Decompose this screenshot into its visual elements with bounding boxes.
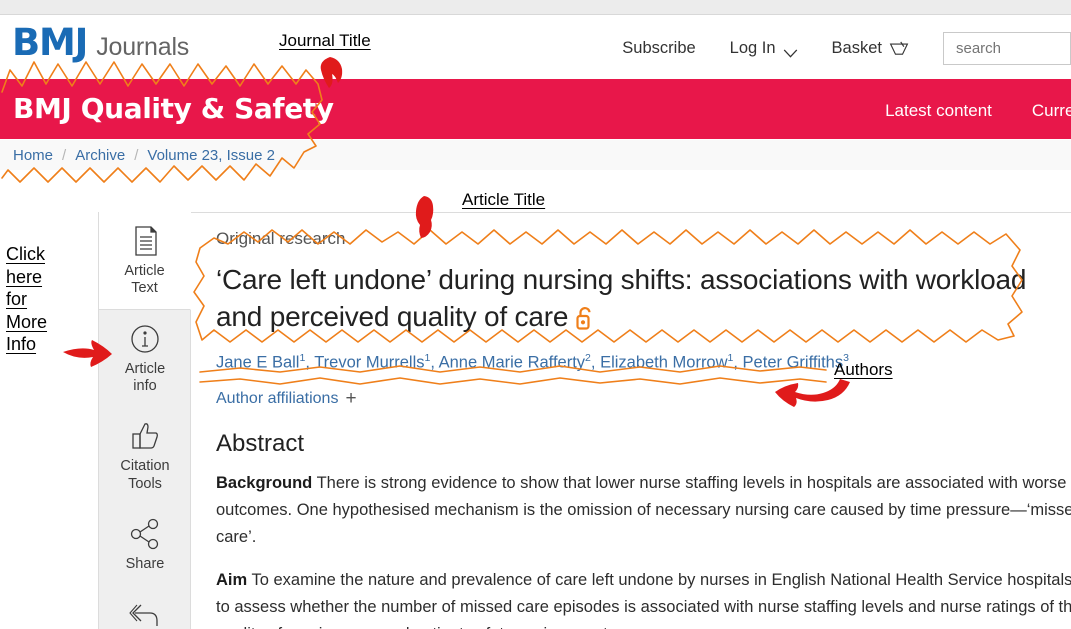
document-icon — [128, 224, 162, 258]
bmj-logo[interactable]: BMJ Journals — [12, 24, 189, 61]
author-name[interactable]: Peter Griffiths — [743, 354, 844, 372]
abstract-section-text: To examine the nature and prevalence of … — [216, 571, 1071, 629]
site-masthead: BMJ Journals Subscribe Log In Basket — [0, 16, 1071, 78]
abstract-section-aim: Aim To examine the nature and prevalence… — [216, 567, 1071, 629]
breadcrumb-item-home[interactable]: Home — [13, 147, 53, 164]
basket-icon — [889, 41, 909, 56]
sidebar-label-line1: Article — [124, 361, 166, 378]
journal-nav: Latest content Current issue — [885, 101, 1071, 121]
basket-label: Basket — [831, 39, 882, 57]
journal-title[interactable]: BMJ Quality & Safety — [13, 92, 334, 126]
annotation-more-info-line: here — [6, 266, 43, 287]
sidebar-label-line1: Share — [125, 555, 165, 572]
page-title: ‘Care left undone’ during nursing shifts… — [216, 261, 1046, 335]
author-affil-sup: 1 — [424, 352, 431, 365]
annotation-article-title: Article Title — [462, 189, 545, 211]
login-menu[interactable]: Log In — [730, 39, 798, 58]
author-name[interactable]: Anne Marie Rafferty — [439, 354, 585, 372]
sidebar-label-line2: Tools — [128, 475, 162, 492]
breadcrumb-separator: / — [62, 146, 67, 164]
abstract-heading: Abstract — [216, 430, 305, 458]
info-circle-icon — [128, 322, 162, 356]
author-affil-sup: 1 — [299, 352, 306, 365]
search-input[interactable] — [943, 32, 1071, 65]
plus-icon: + — [345, 388, 357, 410]
author-affiliations-label: Author affiliations — [216, 389, 339, 407]
share-nodes-icon — [128, 517, 162, 551]
chevron-down-icon — [783, 44, 798, 58]
breadcrumb-separator: / — [134, 146, 139, 164]
sidebar-item-responses[interactable]: Responses — [99, 585, 191, 629]
basket-link[interactable]: Basket — [832, 39, 909, 58]
sidebar-label-line1: Article — [124, 263, 165, 279]
abstract-section-text: There is strong evidence to show that lo… — [216, 474, 1071, 546]
sidebar-item-article-info[interactable]: Article info — [99, 310, 191, 407]
author-affiliations-toggle[interactable]: Author affiliations + — [216, 389, 357, 408]
open-access-lock-icon — [576, 302, 594, 330]
annotation-more-info-line: Info — [6, 334, 37, 354]
breadcrumb: Home / Archive / Volume 23, Issue 2 — [0, 140, 1071, 170]
sidebar-item-citation-tools[interactable]: Citation Tools — [99, 407, 191, 504]
abstract-section-label: Background — [216, 474, 313, 493]
login-label: Log In — [729, 39, 776, 57]
annotation-article-title-label: Article Title — [462, 190, 546, 209]
sidebar-label-line2: Text — [131, 280, 158, 297]
page-root: BMJ Journals Subscribe Log In Basket sea… — [0, 0, 1071, 629]
subscribe-label: Subscribe — [622, 39, 696, 57]
article-tool-rail: Article Text Article info Citation Tools… — [99, 212, 191, 629]
utility-nav: Subscribe Log In Basket — [588, 32, 1071, 65]
abstract-section-label: Aim — [216, 571, 248, 590]
annotation-more-info: Click here for More Info — [6, 243, 76, 356]
sidebar-label-line1: Citation — [120, 458, 170, 475]
sidebar-item-share[interactable]: Share — [99, 505, 191, 585]
nav-current-issue[interactable]: Current issue — [1032, 101, 1071, 121]
abstract-section-background: Background There is strong evidence to s… — [216, 470, 1071, 550]
sidebar-item-article-text[interactable]: Article Text — [99, 212, 191, 311]
author-affil-sup: 2 — [585, 352, 591, 365]
annotation-more-info-line: Click — [6, 244, 45, 264]
journal-banner: BMJ Quality & Safety Latest content Curr… — [0, 79, 1071, 139]
browser-top-strip — [0, 0, 1071, 15]
author-list: Jane E Ball1, Trevor Murrells1, Anne Mar… — [216, 352, 849, 372]
bmj-logo-mark: BMJ — [12, 21, 88, 64]
annotation-more-info-line: for — [6, 289, 28, 309]
sidebar-label-line2: info — [133, 378, 157, 395]
article-content: Original research ‘Care left undone’ dur… — [192, 213, 1071, 629]
author-name[interactable]: Jane E Ball — [216, 354, 299, 372]
author-name[interactable]: Trevor Murrells — [314, 354, 424, 372]
reply-arrow-icon — [128, 597, 162, 629]
breadcrumb-item-archive[interactable]: Archive — [75, 147, 125, 164]
author-name[interactable]: Elizabeth Morrow — [600, 354, 727, 372]
bmj-logo-journals-text: Journals — [96, 33, 190, 61]
article-kicker: Original research — [216, 229, 346, 248]
subscribe-link[interactable]: Subscribe — [622, 39, 695, 58]
annotation-more-info-line: More — [6, 311, 48, 332]
author-affil-sup: 3 — [843, 352, 849, 365]
article-title-text: ‘Care left undone’ during nursing shifts… — [216, 264, 1027, 333]
author-affil-sup: 1 — [727, 352, 734, 365]
thumbs-up-icon — [128, 419, 162, 453]
nav-latest-content[interactable]: Latest content — [885, 101, 992, 121]
breadcrumb-item-volume[interactable]: Volume 23, Issue 2 — [147, 147, 275, 164]
